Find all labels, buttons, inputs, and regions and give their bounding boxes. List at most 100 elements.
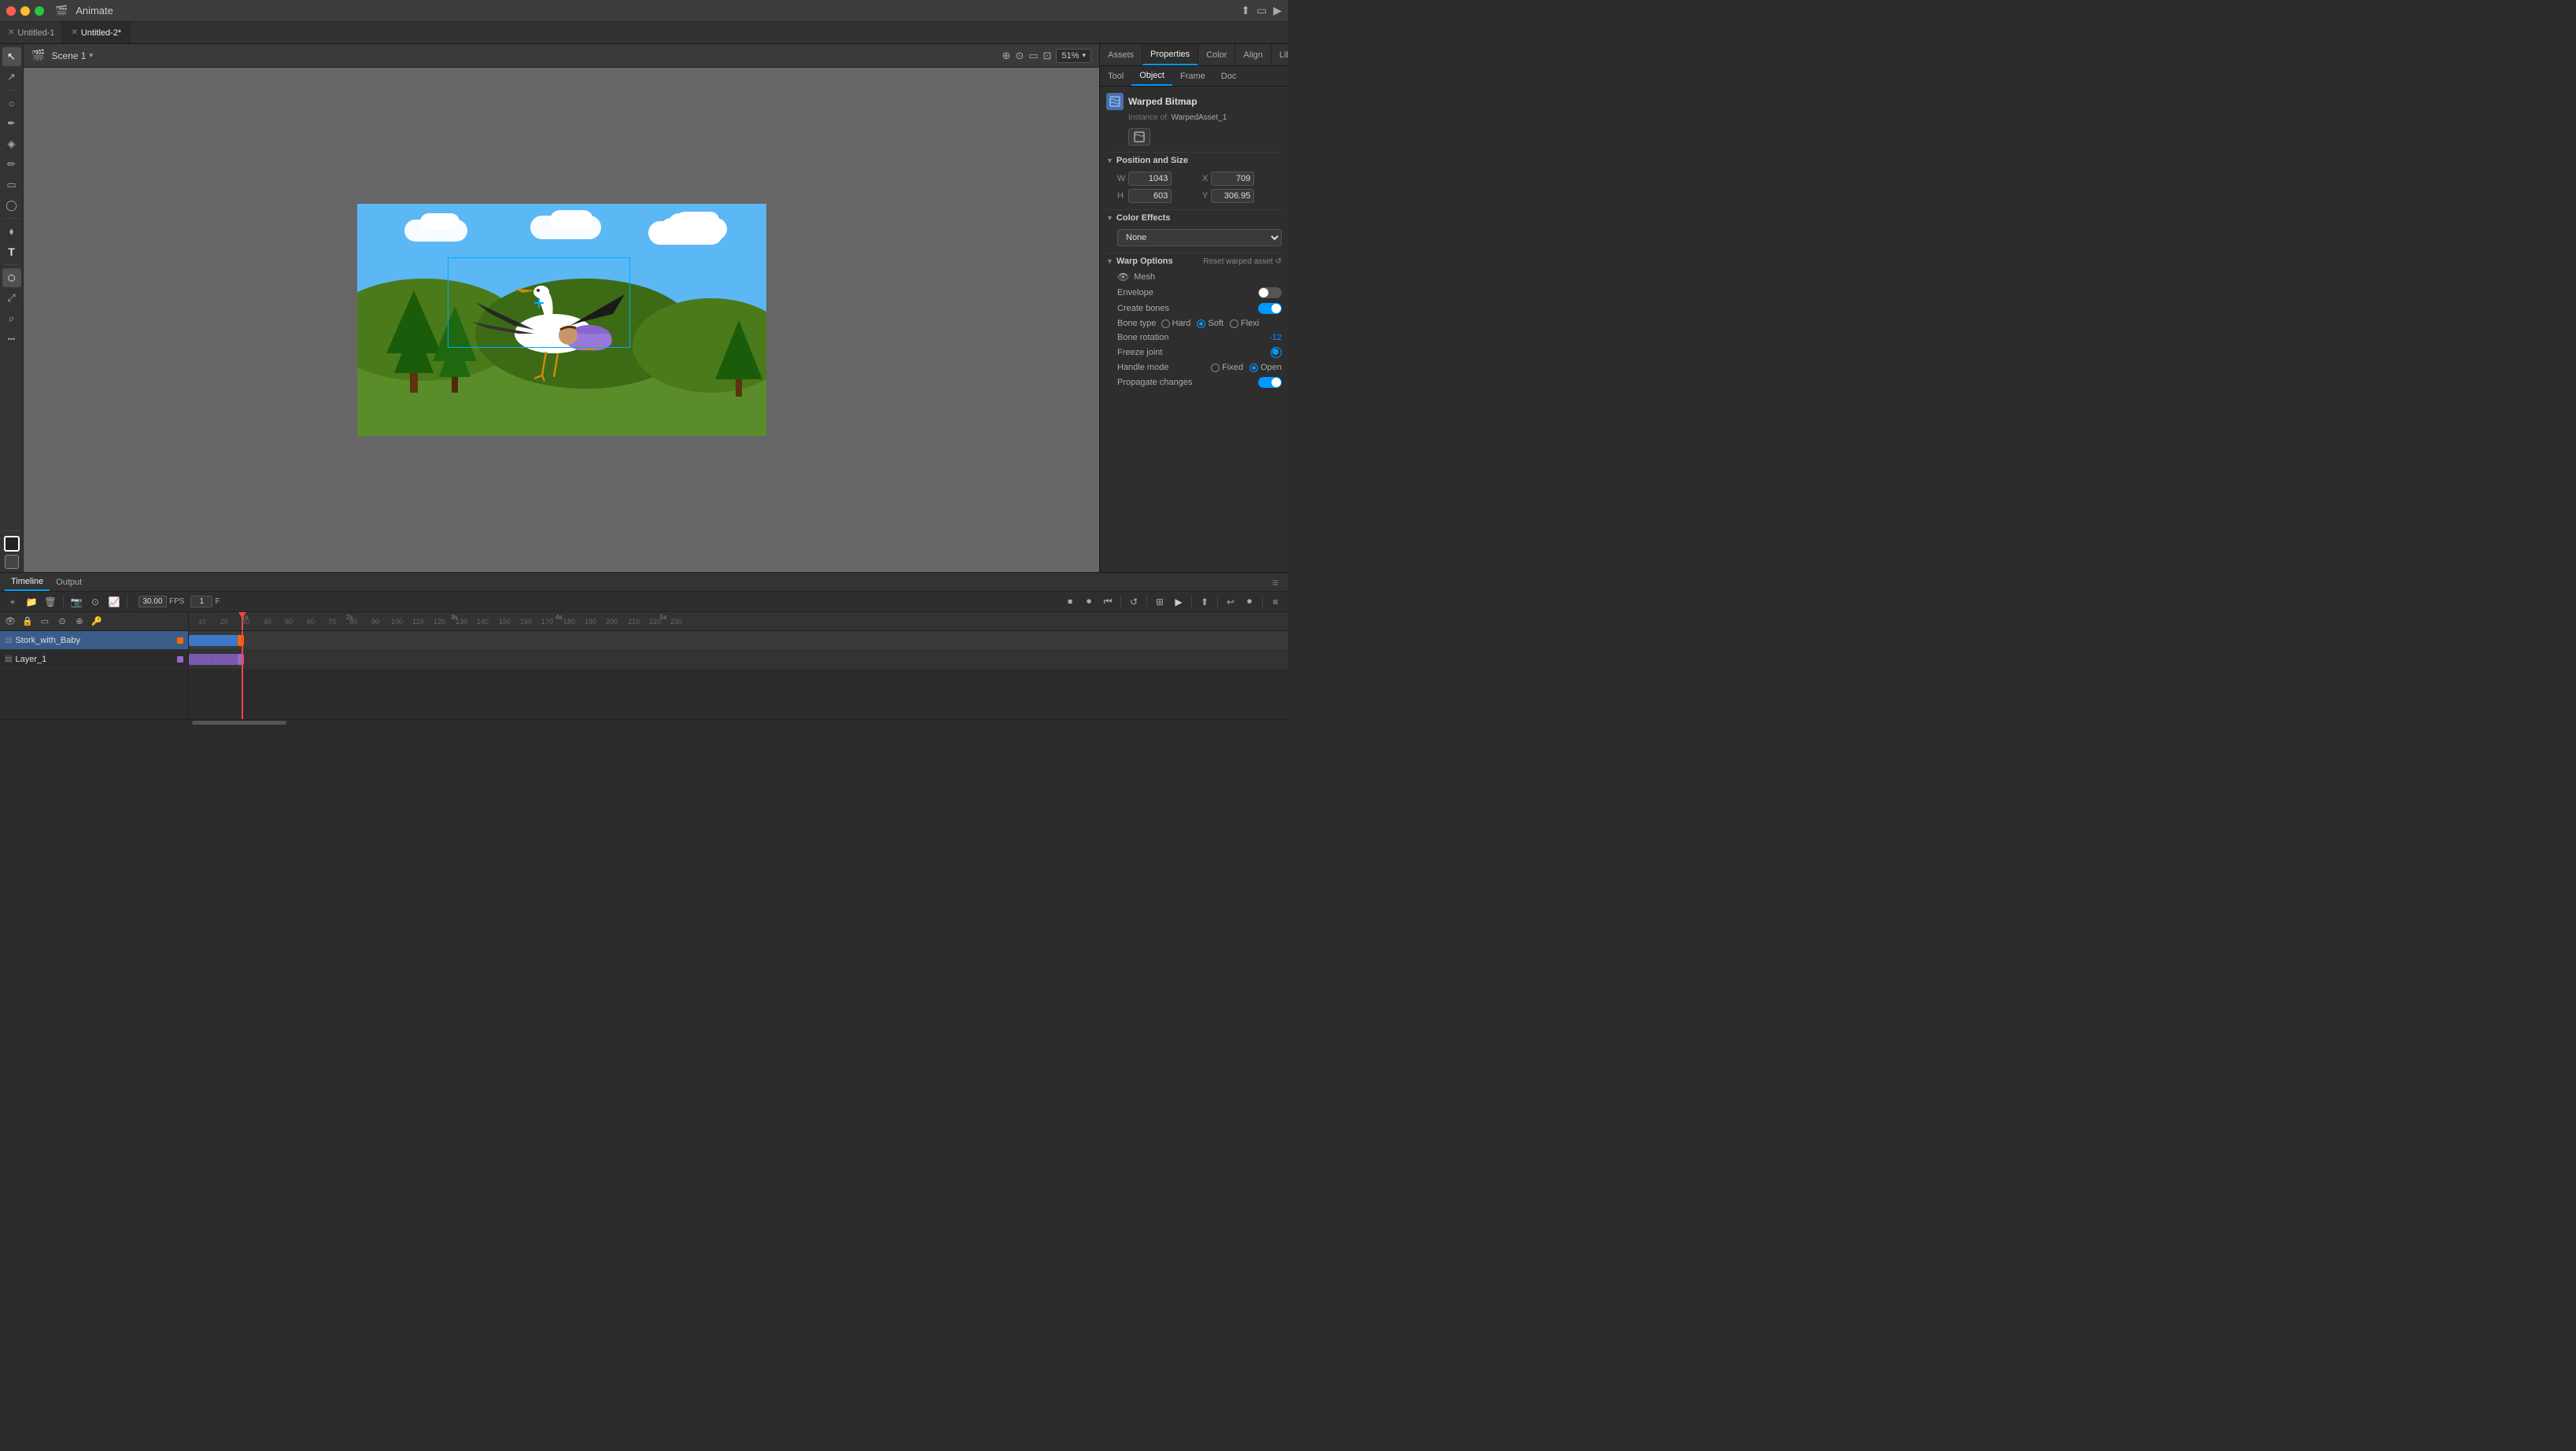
lasso-tool[interactable]: ○ xyxy=(2,94,21,113)
position-size-header[interactable]: ▼ Position and Size xyxy=(1106,152,1282,168)
oval-tool[interactable]: ◯ xyxy=(2,196,21,215)
layer-rig-icon[interactable]: ⊕ xyxy=(72,615,87,629)
layer-row-1[interactable]: ▤ Layer_1 xyxy=(0,650,188,669)
scene-dropdown[interactable]: Scene 1 ▾ xyxy=(51,50,93,61)
share-icon[interactable]: ⬆ xyxy=(1241,4,1250,17)
bone-type-soft[interactable]: Soft xyxy=(1197,319,1223,328)
frame-input[interactable] xyxy=(190,596,212,607)
settings-button[interactable]: ≡ xyxy=(1268,594,1283,610)
sync-button[interactable]: ⊞ xyxy=(1152,594,1168,610)
freeze-joint-toggle[interactable] xyxy=(1271,347,1282,358)
window-icon[interactable]: ▭ xyxy=(1257,4,1267,17)
subtab-doc[interactable]: Doc xyxy=(1213,66,1245,86)
pencil-tool[interactable]: ✏ xyxy=(2,155,21,174)
minimize-button[interactable] xyxy=(20,6,30,16)
h-input[interactable] xyxy=(1128,189,1172,203)
envelope-toggle[interactable] xyxy=(1258,287,1282,298)
onion-button[interactable]: ⊙ xyxy=(87,594,103,610)
x-input[interactable] xyxy=(1211,172,1254,186)
graph-button[interactable]: 📈 xyxy=(106,594,122,610)
handle-mode-fixed[interactable]: Fixed xyxy=(1211,363,1243,372)
bone-type-hard[interactable]: Hard xyxy=(1161,319,1191,328)
bone-type-flexi[interactable]: Flexi xyxy=(1230,319,1259,328)
play-icon[interactable]: ▶ xyxy=(1273,4,1282,17)
rectangle-tool[interactable]: ▭ xyxy=(2,175,21,194)
tab-properties[interactable]: Properties xyxy=(1142,44,1198,65)
handle-mode-open[interactable]: Open xyxy=(1249,363,1282,372)
scrollbar-thumb[interactable] xyxy=(192,721,286,725)
canvas-frame[interactable] xyxy=(24,68,1099,572)
brush-tool[interactable]: ◈ xyxy=(2,135,21,153)
scene-tool-4[interactable]: ⊡ xyxy=(1043,50,1052,62)
propagate-changes-toggle[interactable] xyxy=(1258,377,1282,388)
layer-lock2-icon[interactable]: 🔑 xyxy=(90,615,104,629)
loop-button[interactable]: ↺ xyxy=(1126,594,1142,610)
timeline-scrollbar[interactable] xyxy=(0,719,1288,726)
warped-type-button[interactable] xyxy=(1128,128,1150,146)
subtab-tool[interactable]: Tool xyxy=(1100,66,1131,86)
track-row-layer1[interactable] xyxy=(189,650,1288,669)
subselect-tool[interactable]: ↗ xyxy=(2,68,21,87)
layer-lock-icon[interactable]: 🔒 xyxy=(20,615,35,629)
close-tab-1[interactable]: ✕ xyxy=(8,28,14,37)
free-transform-tool[interactable]: ⤢ xyxy=(2,289,21,308)
create-bones-toggle[interactable] xyxy=(1258,303,1282,314)
zoom-control[interactable]: 51% ▾ xyxy=(1056,49,1091,63)
folder-button[interactable]: 📁 xyxy=(24,594,39,610)
layer-visibility-icon[interactable]: 👁 xyxy=(3,615,17,629)
mesh-eye-icon[interactable]: 👁 xyxy=(1117,271,1129,282)
step-back-button[interactable]: ⏮ xyxy=(1100,594,1116,610)
layer-outline-icon[interactable]: ▭ xyxy=(38,615,52,629)
timeline-menu-icon[interactable]: ≡ xyxy=(1272,576,1283,589)
scene-tool-3[interactable]: ▭ xyxy=(1028,50,1038,62)
color-effects-header[interactable]: ▼ Color Effects xyxy=(1106,209,1282,226)
redo-button[interactable]: ⏺ xyxy=(1242,594,1257,610)
track-content[interactable] xyxy=(189,631,1288,719)
fps-input[interactable] xyxy=(138,596,167,607)
layer-row-stork[interactable]: ▤ Stork_with_Baby xyxy=(0,631,188,650)
tab-assets[interactable]: Assets xyxy=(1100,44,1142,65)
layer-1-icon: ▤ xyxy=(5,655,12,663)
scene-tool-1[interactable]: ⊕ xyxy=(1002,50,1010,62)
output-tab[interactable]: Output xyxy=(50,573,88,591)
paint-bucket-tool[interactable]: ⬧ xyxy=(2,222,21,241)
y-input[interactable] xyxy=(1211,189,1254,203)
scene-tool-2[interactable]: ⊙ xyxy=(1015,50,1024,62)
bone-tool[interactable]: ⬡ xyxy=(2,268,21,287)
more-tools[interactable]: ••• xyxy=(2,330,21,349)
w-input[interactable] xyxy=(1128,172,1172,186)
subtab-object[interactable]: Object xyxy=(1131,66,1172,86)
play-button[interactable]: ▶ xyxy=(1171,594,1187,610)
subtab-frame[interactable]: Frame xyxy=(1172,66,1213,86)
undo-button[interactable]: ↩ xyxy=(1223,594,1238,610)
warped-bitmap-icon xyxy=(1106,93,1124,110)
record-button[interactable]: ⏺ xyxy=(1081,594,1097,610)
stop-button[interactable]: ⏹ xyxy=(1062,594,1078,610)
tab-color[interactable]: Color xyxy=(1198,44,1235,65)
timeline-tab[interactable]: Timeline xyxy=(5,573,50,591)
close-button[interactable] xyxy=(6,6,16,16)
reset-warped-asset-button[interactable]: Reset warped asset ↺ xyxy=(1203,257,1282,266)
delete-layer-button[interactable]: 🗑 xyxy=(42,594,58,610)
pen-tool[interactable]: ✒ xyxy=(2,114,21,133)
color-stroke[interactable] xyxy=(5,555,19,569)
warp-options-header-row: ▼ Warp Options Reset warped asset ↺ xyxy=(1106,253,1282,269)
layer-motion-icon[interactable]: ⊙ xyxy=(55,615,69,629)
track-row-stork[interactable] xyxy=(189,631,1288,650)
close-tab-2[interactable]: ✕ xyxy=(71,28,77,37)
color-effects-dropdown[interactable]: None Brightness Tint Alpha Advanced xyxy=(1117,229,1282,246)
camera-button[interactable]: 📷 xyxy=(68,594,84,610)
new-layer-button[interactable]: + xyxy=(5,594,20,610)
tab-library[interactable]: Library xyxy=(1271,44,1288,65)
zoom-tool[interactable]: ⌕ xyxy=(2,309,21,328)
tab-align[interactable]: Align xyxy=(1235,44,1271,65)
tab-untitled-2[interactable]: ✕ Untitled-2* xyxy=(63,22,130,43)
tab-untitled-1[interactable]: ✕ Untitled-1 xyxy=(0,22,63,43)
text-tool[interactable]: T xyxy=(2,242,21,261)
warp-arrow: ▼ xyxy=(1106,257,1113,265)
color-fill[interactable] xyxy=(4,536,20,552)
fullscreen-button[interactable] xyxy=(35,6,44,16)
pos-size-grid: W X H Y xyxy=(1106,168,1282,206)
export-button[interactable]: ⬆ xyxy=(1197,594,1212,610)
select-tool[interactable]: ↖ xyxy=(2,47,21,66)
